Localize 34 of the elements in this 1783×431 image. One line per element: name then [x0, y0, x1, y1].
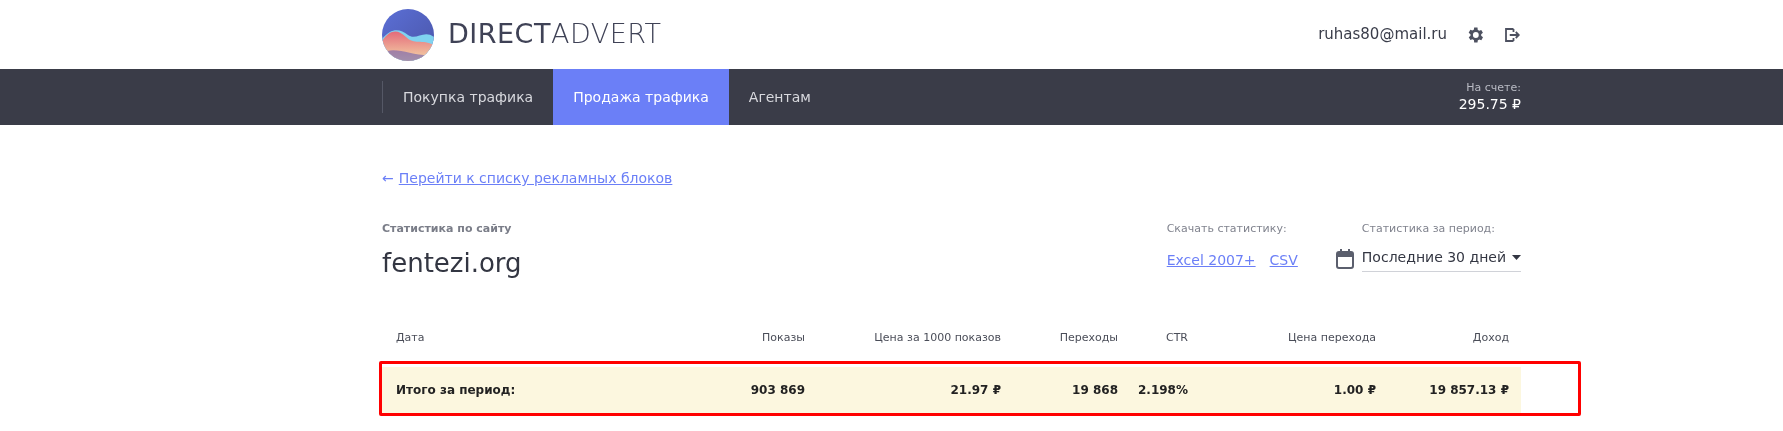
table-cell-text: 2.198%: [1137, 382, 1188, 399]
logo-icon: [382, 8, 434, 61]
table-cell-text: 1.00 ₽: [1332, 382, 1376, 399]
column-header: Показы: [761, 330, 805, 347]
download-link[interactable]: CSV: [1269, 249, 1298, 271]
column-header: Доход: [1471, 330, 1509, 347]
period-label: Статистика за период:: [1361, 221, 1496, 237]
site-caption: Статистика по сайту: [382, 221, 513, 237]
arrow-icon: ←: [382, 168, 394, 189]
table-cell-text: 21.97 ₽: [949, 382, 1001, 399]
balance-value: 295.75 ₽: [1458, 95, 1521, 113]
nav-tab[interactable]: Агентам: [728, 69, 831, 125]
table-cell-text: 19 868: [1071, 382, 1118, 399]
nav-tab[interactable]: Покупка трафика: [383, 69, 554, 125]
caret-icon: [1512, 254, 1521, 260]
site-title: fentezi.org: [382, 246, 522, 280]
logout-icon[interactable]: [1503, 25, 1521, 44]
calendar-icon: [1335, 249, 1354, 269]
column-header: Дата: [395, 330, 426, 347]
table-cell-text: 903 869: [749, 382, 805, 399]
table-cell-text: 19 857.13 ₽: [1428, 382, 1509, 399]
nav-tab[interactable]: Продажа трафика: [553, 69, 729, 125]
column-header: CTR: [1164, 330, 1188, 347]
table-cell-text: Итого за период:: [395, 382, 517, 399]
logo-text: DIRECTADVERT: [448, 17, 662, 52]
period-dropdown[interactable]: Последние 30 дней: [1361, 246, 1521, 272]
column-header: Цена перехода: [1286, 330, 1376, 347]
balance-label: На счете:: [1466, 81, 1521, 95]
column-header: Цена за 1000 показов: [873, 330, 1001, 347]
user-email: ruhas80@mail.ru: [1318, 24, 1447, 46]
download-label: Скачать статистику:: [1166, 221, 1288, 237]
back-link[interactable]: Перейти к списку рекламных блоков: [398, 168, 673, 189]
column-header: Переходы: [1058, 330, 1118, 347]
download-link[interactable]: Excel 2007+: [1166, 249, 1256, 271]
